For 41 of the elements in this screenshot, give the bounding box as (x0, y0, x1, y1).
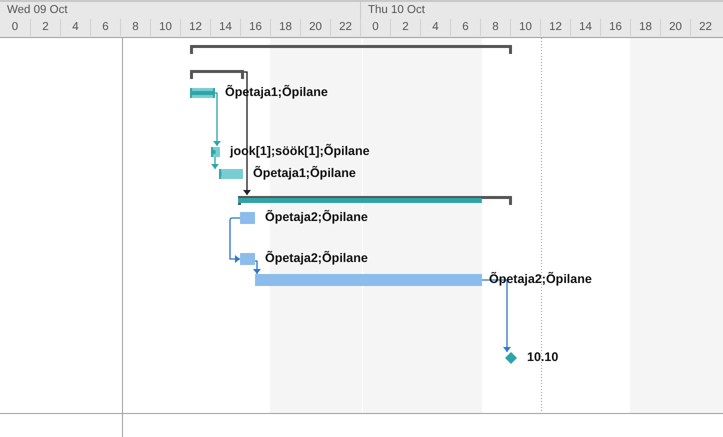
hour-label: 16 (609, 21, 622, 33)
day-label: Wed 09 Oct (7, 4, 68, 16)
hour-label: 10 (519, 21, 532, 33)
hour-label: 12 (189, 21, 202, 33)
hour-label: 18 (279, 21, 292, 33)
hour-label: 22 (339, 21, 352, 33)
day-label: Thu 10 Oct (368, 4, 425, 16)
dependency-arrow (229, 217, 240, 263)
task-bar (240, 253, 255, 265)
dependency-arrow (253, 260, 261, 274)
hour-label: 8 (132, 21, 139, 33)
hour-label: 22 (699, 21, 712, 33)
summary-bar (190, 70, 244, 79)
hour-label: 6 (462, 21, 469, 33)
hour-label: 18 (639, 21, 652, 33)
hour-label: 4 (432, 21, 439, 33)
dependency-arrow (211, 157, 219, 169)
task-bar (190, 88, 215, 98)
bar-label: 10.10 (527, 350, 558, 365)
hour-label: 16 (249, 21, 262, 33)
hour-label: 2 (402, 21, 409, 33)
bar-label: Õpetaja2;Õpilane (265, 210, 368, 225)
bar-label: Õpetaja2;Õpilane (265, 251, 368, 266)
task-bar (211, 147, 220, 157)
hour-label: 10 (159, 21, 172, 33)
hour-label: 6 (102, 21, 109, 33)
hour-label: 20 (669, 21, 682, 33)
hour-label: 14 (579, 21, 592, 33)
hour-label: 12 (549, 21, 562, 33)
hour-label: 0 (372, 21, 379, 33)
task-bar (219, 169, 243, 179)
hour-label: 20 (309, 21, 322, 33)
hour-label: 0 (12, 21, 18, 33)
task-bar (240, 212, 255, 224)
hour-label: 14 (219, 21, 232, 33)
bar-label: Õpetaja2;Õpilane (489, 272, 592, 287)
bar-label: Õpetaja1;Õpilane (253, 166, 356, 181)
hour-label: 2 (42, 21, 49, 33)
hour-label: 4 (72, 21, 79, 33)
dependency-arrow (213, 92, 221, 146)
hour-label: 8 (492, 21, 499, 33)
